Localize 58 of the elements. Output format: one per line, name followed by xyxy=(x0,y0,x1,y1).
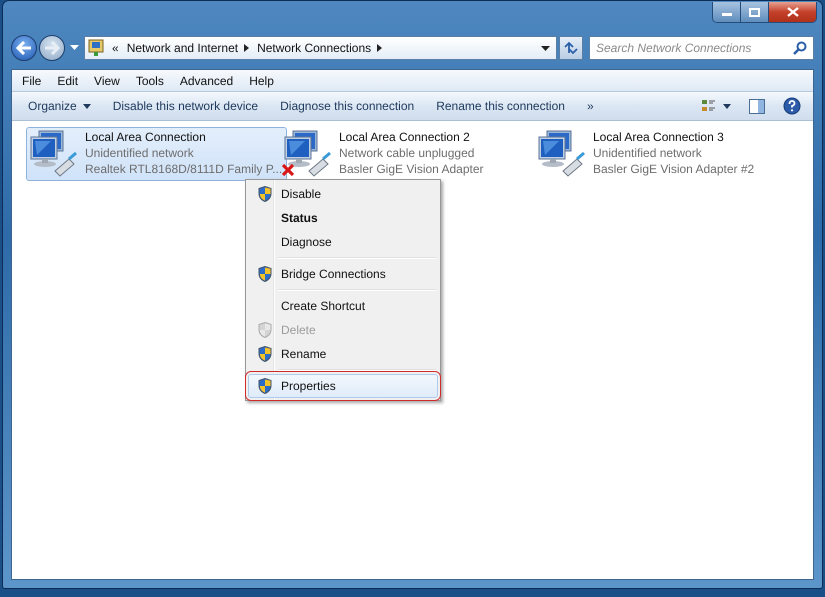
toolbar-button[interactable]: Disable this network device xyxy=(104,96,266,116)
maximize-button[interactable] xyxy=(741,2,769,22)
menu-item[interactable]: Help xyxy=(241,74,282,88)
close-icon xyxy=(786,7,798,17)
overflow-chevron[interactable]: « xyxy=(112,41,119,55)
more-commands-button[interactable]: » xyxy=(578,96,602,116)
refresh-icon xyxy=(563,41,579,55)
context-menu-item[interactable]: Disable xyxy=(248,182,438,206)
network-folder-icon xyxy=(88,39,104,57)
toolbar-button[interactable]: Diagnose this connection xyxy=(272,96,422,116)
context-menu-item[interactable]: Status xyxy=(248,206,438,230)
connection-name: Local Area Connection xyxy=(85,129,207,145)
back-button[interactable] xyxy=(11,35,37,61)
menu-item[interactable]: View xyxy=(86,74,128,88)
close-button[interactable] xyxy=(769,2,816,22)
help-icon xyxy=(783,97,801,115)
list-view-icon xyxy=(701,98,731,114)
adapter-name: Basler GigE Vision Adapter #2 xyxy=(593,161,754,177)
context-menu-item[interactable]: Properties xyxy=(248,374,438,398)
toolbar-button[interactable]: Rename this connection xyxy=(428,96,573,116)
toolbar-button[interactable]: Organize xyxy=(20,96,99,116)
history-dropdown-icon[interactable] xyxy=(70,45,79,51)
connection-status: Unidentified network xyxy=(593,145,703,161)
context-menu-item[interactable]: Bridge Connections xyxy=(248,262,438,286)
network-adapter-icon xyxy=(537,129,587,179)
menu-item[interactable]: Advanced xyxy=(172,74,242,88)
adapter-name: Basler GigE Vision Adapter xyxy=(339,161,484,177)
search-icon[interactable] xyxy=(793,41,807,55)
network-adapter-icon xyxy=(29,129,79,179)
chevron-right-icon[interactable] xyxy=(377,44,382,52)
arrow-right-icon xyxy=(44,41,60,55)
adapter-name: Realtek RTL8168D/8111D Family P... xyxy=(85,161,282,177)
search-field[interactable]: Search Network Connections xyxy=(589,36,814,60)
breadcrumb[interactable]: Network Connections xyxy=(257,41,372,55)
address-bar[interactable]: « Network and Internet Network Connections xyxy=(84,36,557,60)
connection-item[interactable]: Local Area Connection Unidentified network Realtek RTL8168D/8111D Family P... xyxy=(26,127,288,181)
network-adapter-icon xyxy=(283,129,333,179)
menu-item[interactable]: File xyxy=(14,74,50,88)
maximize-icon xyxy=(749,8,760,16)
context-menu-item[interactable]: Diagnose xyxy=(248,230,438,254)
minimize-button[interactable] xyxy=(713,2,741,22)
menu-item[interactable]: Edit xyxy=(49,74,86,88)
pane-icon xyxy=(749,98,765,114)
breadcrumb[interactable]: Network and Internet xyxy=(126,41,238,55)
connection-status: Unidentified network xyxy=(85,145,195,161)
dropdown-icon[interactable] xyxy=(541,46,550,50)
refresh-button[interactable] xyxy=(559,36,583,60)
context-menu-item[interactable]: Create Shortcut xyxy=(248,294,438,318)
context-menu-item[interactable]: Rename xyxy=(248,342,438,366)
arrow-left-icon xyxy=(16,41,32,55)
connection-name: Local Area Connection 2 xyxy=(339,129,471,145)
chevron-right-icon[interactable] xyxy=(244,44,250,52)
forward-button[interactable] xyxy=(39,35,65,61)
connection-status: Network cable unplugged xyxy=(339,145,476,161)
connection-name: Local Area Connection 3 xyxy=(593,129,725,145)
menu-item[interactable]: Tools xyxy=(128,74,172,88)
caret-icon xyxy=(82,104,91,108)
connection-item[interactable]: Local Area Connection 3 Unidentified network Basler GigE Vision Adapter #2 xyxy=(534,127,760,181)
